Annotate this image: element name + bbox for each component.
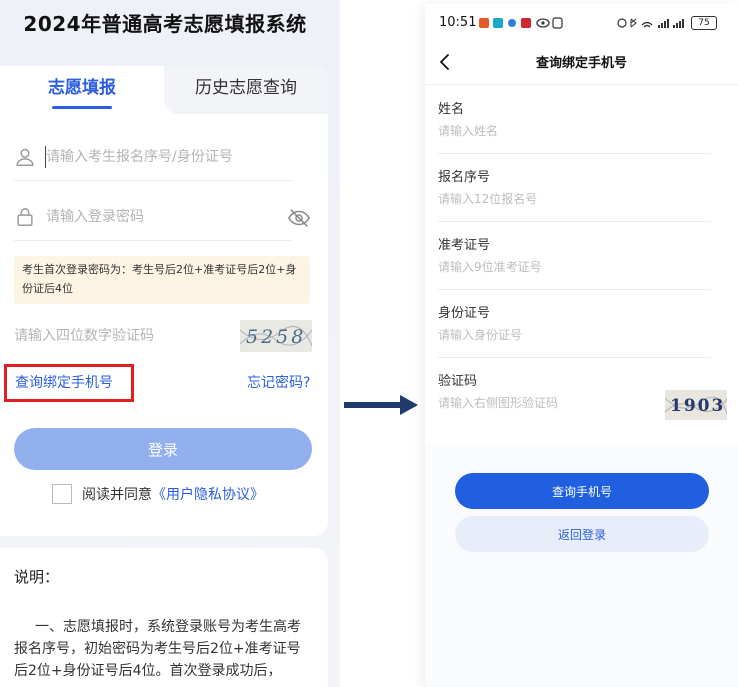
field-registration-number: 报名序号 — [438, 153, 711, 222]
captcha-input[interactable] — [14, 324, 224, 348]
tab-history-query[interactable]: 历史志愿查询 — [164, 66, 328, 114]
query-phone-button[interactable]: 查询手机号 — [455, 473, 709, 509]
tab-strip: 志愿填报 历史志愿查询 — [0, 66, 328, 114]
id-number-input[interactable] — [438, 325, 688, 345]
navigation-bar: 查询绑定手机号 — [425, 40, 738, 84]
initial-password-tip: 考生首次登录密码为：考生号后2位+准考证号后2位+身份证后4位 — [14, 256, 310, 304]
admission-ticket-input[interactable] — [438, 257, 688, 277]
page-title: 2024年普通高考志愿填报系统 — [23, 12, 307, 36]
registration-number-input[interactable] — [438, 189, 688, 209]
status-indicators: 75 — [617, 16, 735, 30]
captcha-text: 1903 — [670, 396, 725, 416]
nav-title: 查询绑定手机号 — [535, 56, 627, 71]
candidate-id-input[interactable] — [46, 145, 276, 169]
instructions-body: 一、志愿填报时，系统登录账号为考生高考报名序号，初始密码为考生号后2位+准考证号… — [14, 619, 301, 679]
agree-text: 阅读并同意《用户隐私协议》 — [82, 484, 264, 504]
password-input[interactable] — [46, 205, 276, 229]
instructions-title: 说明： — [14, 568, 60, 586]
forgot-password-link[interactable]: 忘记密码? — [247, 372, 310, 392]
captcha-image[interactable]: 1903 — [665, 390, 727, 420]
name-input[interactable] — [438, 121, 688, 141]
login-button[interactable]: 登录 — [14, 428, 312, 470]
captcha-text: 5258 — [246, 326, 306, 348]
captcha-noise: 1903 — [665, 396, 727, 416]
lock-icon — [17, 208, 33, 226]
battery-indicator: 75 — [691, 16, 717, 30]
field-label: 准考证号 — [438, 238, 491, 253]
captcha-image[interactable]: 5258 — [240, 320, 312, 352]
captcha-input[interactable] — [438, 393, 648, 413]
user-icon — [16, 148, 34, 166]
login-card: 志愿填报 历史志愿查询 请输入考生报名序号/身份证号 考生首次登录密码为：考生号… — [0, 66, 328, 536]
phone-screen: 10:51 75 查询绑定手机号 姓名 请输入姓名 报名序号 请输入12位报名号… — [425, 4, 738, 687]
eye-off-icon[interactable] — [287, 207, 311, 229]
right-arrow-icon — [344, 395, 418, 415]
status-bar: 10:51 75 — [425, 4, 738, 40]
notification-icons — [479, 17, 563, 29]
status-time: 10:51 — [439, 15, 477, 30]
active-tab-indicator — [52, 106, 112, 109]
tab-label: 志愿填报 — [48, 78, 116, 98]
agree-checkbox[interactable] — [52, 484, 72, 504]
agree-prefix: 阅读并同意 — [82, 487, 152, 503]
field-label: 报名序号 — [438, 170, 491, 185]
captcha-row: 5258 — [14, 316, 312, 356]
query-bound-phone-link[interactable]: 查询绑定手机号 — [4, 364, 134, 402]
field-admission-ticket: 准考证号 — [438, 221, 711, 290]
field-name: 姓名 — [438, 85, 711, 154]
password-row — [14, 196, 311, 241]
instructions-card: 说明： 一、志愿填报时，系统登录账号为考生高考报名序号，初始密码为考生号后2位+… — [0, 548, 328, 687]
signal-wifi-icons — [617, 18, 684, 28]
field-label: 身份证号 — [438, 306, 491, 321]
privacy-agreement-link[interactable]: 《用户隐私协议》 — [152, 487, 264, 503]
field-id-number: 身份证号 — [438, 289, 711, 358]
field-label: 验证码 — [438, 374, 478, 389]
tab-label: 历史志愿查询 — [195, 78, 297, 98]
login-page: 2024年普通高考志愿填报系统 志愿填报 历史志愿查询 请输入考生报名序号/身份… — [0, 0, 340, 687]
back-to-login-button[interactable]: 返回登录 — [455, 516, 709, 552]
captcha-noise: 5258 — [240, 325, 312, 348]
candidate-id-row — [14, 136, 292, 181]
field-label: 姓名 — [438, 102, 465, 117]
